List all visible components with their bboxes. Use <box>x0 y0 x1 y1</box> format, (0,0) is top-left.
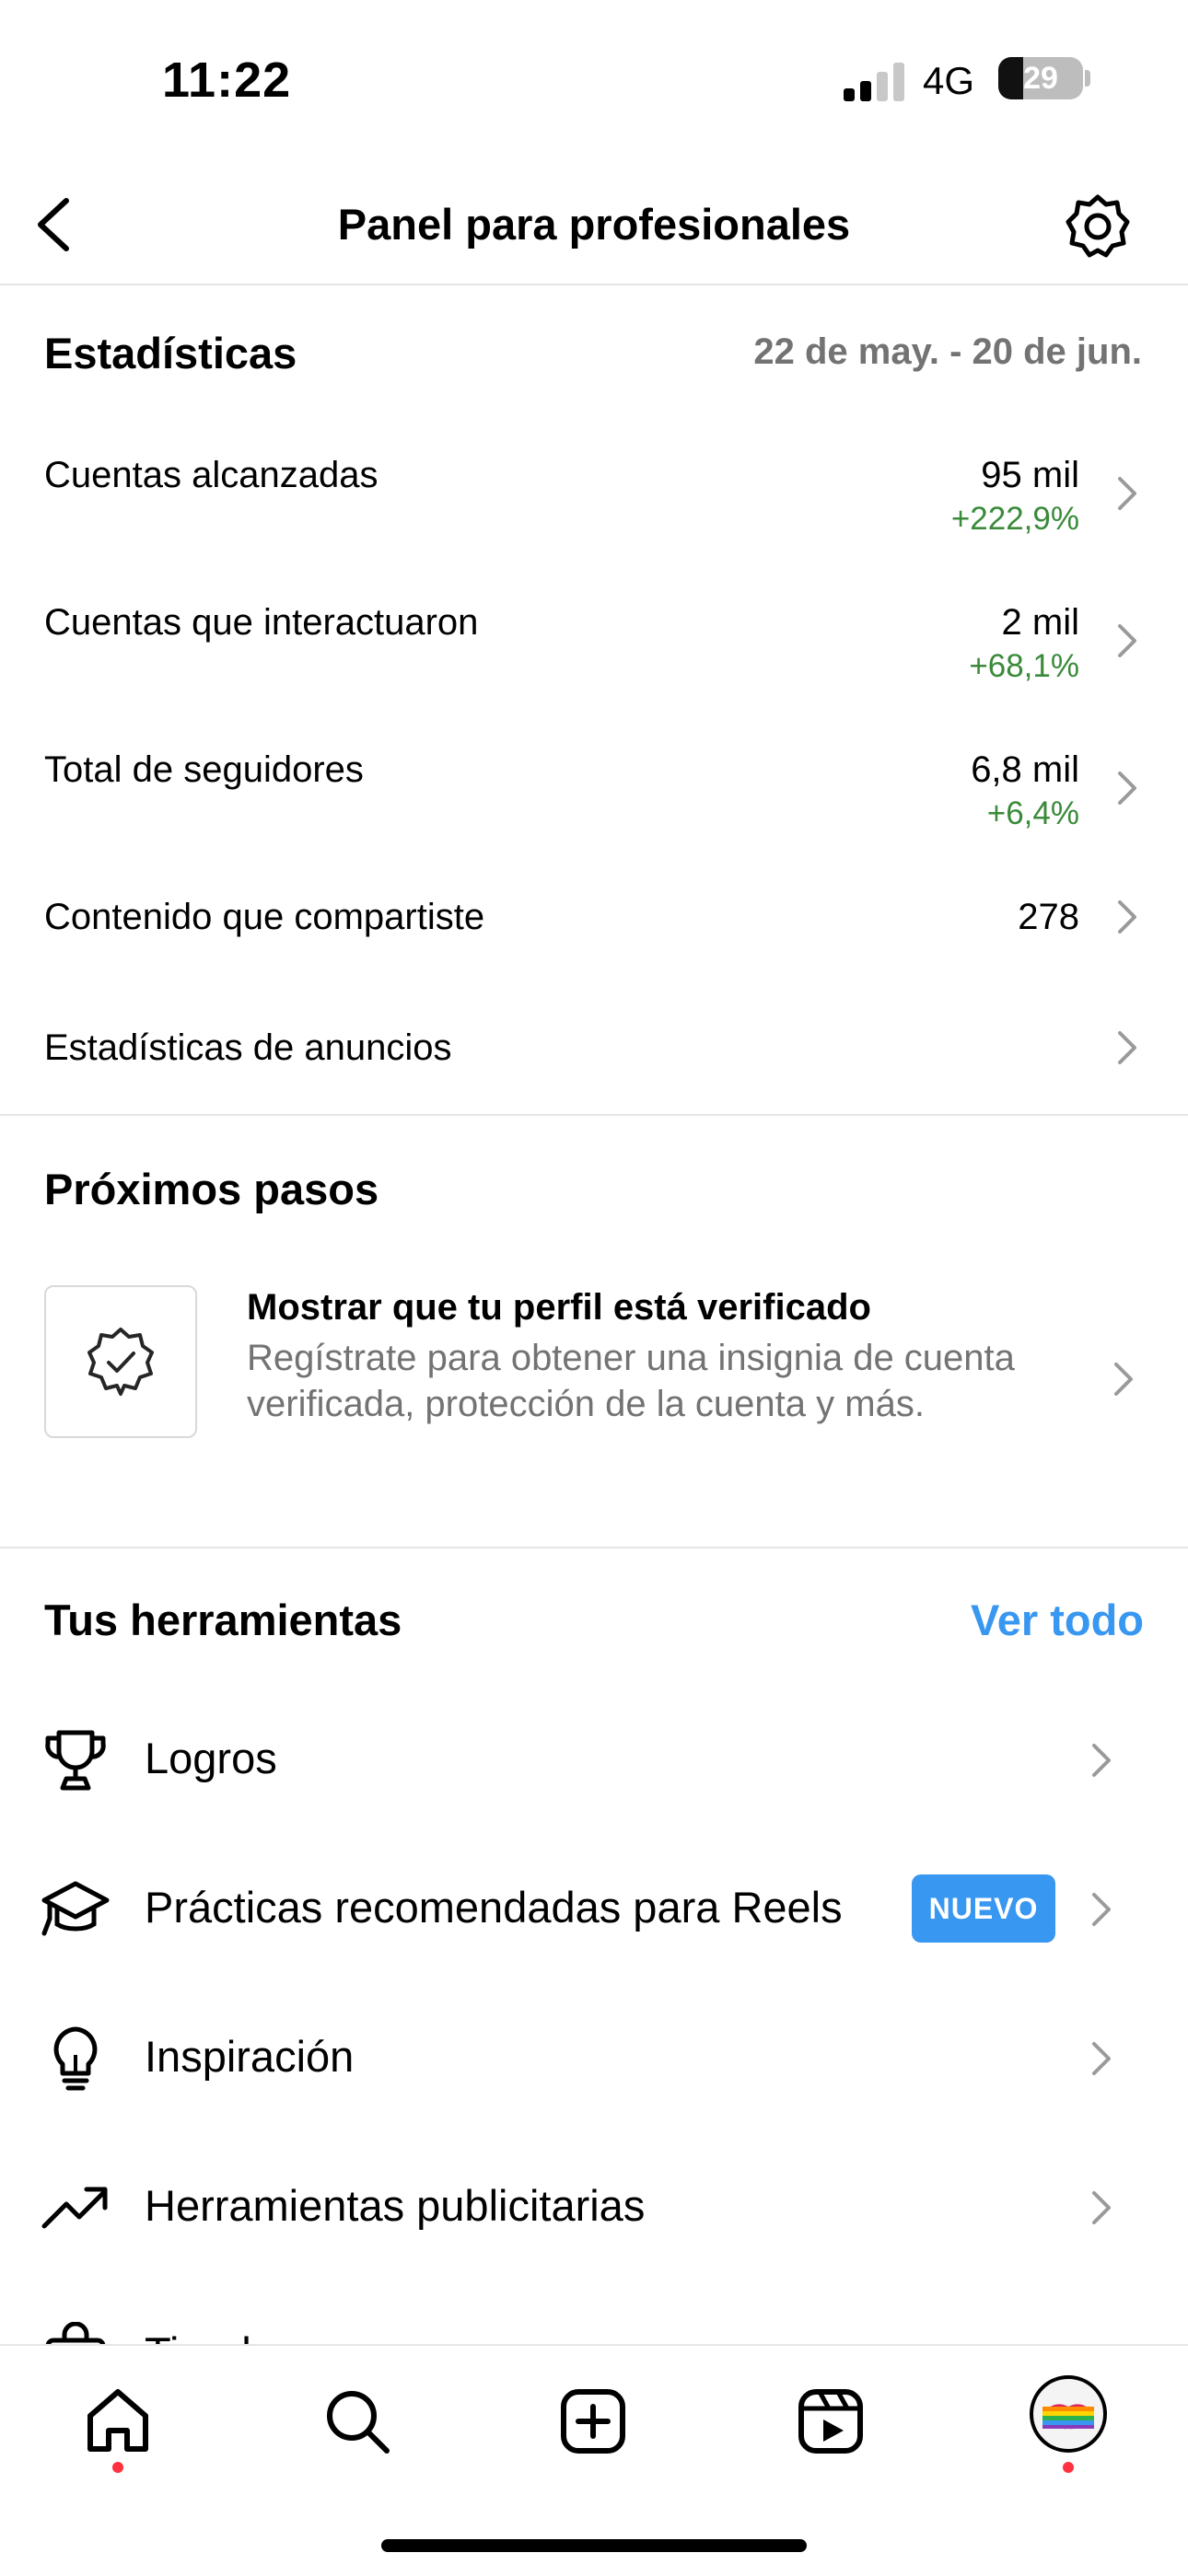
section-divider <box>0 1114 1188 1116</box>
home-icon[interactable] <box>81 2385 155 2458</box>
search-icon[interactable] <box>320 2385 394 2458</box>
trophy-icon <box>45 1730 106 1791</box>
page-title: Panel para profesionales <box>337 200 851 249</box>
home-indicator <box>381 2539 807 2552</box>
insight-row-delta: +222,9% <box>950 501 1079 537</box>
cellular-signal-icon <box>844 63 904 101</box>
verify-icon-box <box>44 1285 197 1438</box>
profile-notification-dot <box>1063 2462 1074 2473</box>
insight-row-label: Total de seguidores <box>44 749 364 790</box>
next-steps-title: Próximos pasos <box>44 1165 379 1213</box>
insight-row-label: Contenido que compartiste <box>44 897 485 937</box>
profile-avatar[interactable] <box>1030 2375 1107 2453</box>
chevron-right-icon <box>1118 477 1136 510</box>
network-type: 4G <box>923 59 975 102</box>
date-range-selector[interactable]: 22 de may. - 20 de jun. <box>753 331 1142 373</box>
home-notification-dot <box>112 2462 123 2473</box>
see-all-link[interactable]: Ver todo <box>971 1595 1144 1645</box>
tools-title: Tus herramientas <box>44 1595 402 1644</box>
insight-row-value: 6,8 mil <box>971 749 1079 790</box>
chevron-right-icon <box>1114 1363 1133 1396</box>
tool-label: Herramientas publicitarias <box>145 2181 646 2230</box>
insight-row-label: Cuentas que interactuaron <box>44 602 479 643</box>
chevron-right-icon <box>1092 2042 1111 2075</box>
insights-title: Estadísticas <box>44 329 297 377</box>
battery-icon: 29 <box>998 57 1083 99</box>
create-icon[interactable] <box>556 2385 630 2458</box>
new-badge: NUEVO <box>912 1874 1055 1943</box>
insight-row-label: Cuentas alcanzadas <box>44 455 379 495</box>
lips-avatar-icon <box>1042 2404 1094 2430</box>
reels-icon[interactable] <box>794 2385 868 2458</box>
chevron-right-icon <box>1118 1031 1136 1064</box>
tool-label: Inspiración <box>145 2032 355 2081</box>
section-divider <box>0 1547 1188 1549</box>
insight-row-value: 2 mil <box>1001 602 1079 643</box>
insight-row-value: 95 mil <box>981 455 1079 495</box>
lightbulb-icon <box>53 2026 98 2091</box>
chevron-right-icon <box>1118 772 1136 805</box>
header-divider <box>0 284 1188 285</box>
chevron-right-icon <box>1118 624 1136 657</box>
tool-label: Logros <box>145 1734 277 1782</box>
chevron-right-icon <box>1092 2191 1111 2224</box>
chevron-right-icon <box>1092 1893 1111 1926</box>
verify-card-description: Regístrate para obtener una insignia de … <box>247 1338 1015 1424</box>
chevron-right-icon <box>1092 1744 1111 1777</box>
battery-tip <box>1085 70 1090 87</box>
insight-row-value: 278 <box>1018 897 1079 937</box>
tool-label: Prácticas recomendadas para Reels <box>145 1883 843 1932</box>
verified-badge-icon <box>87 1328 154 1396</box>
gear-icon[interactable] <box>1065 193 1131 260</box>
insight-row-delta: +68,1% <box>969 648 1079 684</box>
insight-row-delta: +6,4% <box>986 795 1079 831</box>
status-time: 11:22 <box>162 52 292 108</box>
battery-level: 29 <box>1023 61 1058 96</box>
graduation-cap-icon <box>41 1881 110 1936</box>
verify-card-title: Mostrar que tu perfil está verificado <box>247 1287 871 1328</box>
chevron-right-icon <box>1118 900 1136 934</box>
insight-row-label: Estadísticas de anuncios <box>44 1027 452 1068</box>
trending-up-icon <box>41 2187 108 2229</box>
